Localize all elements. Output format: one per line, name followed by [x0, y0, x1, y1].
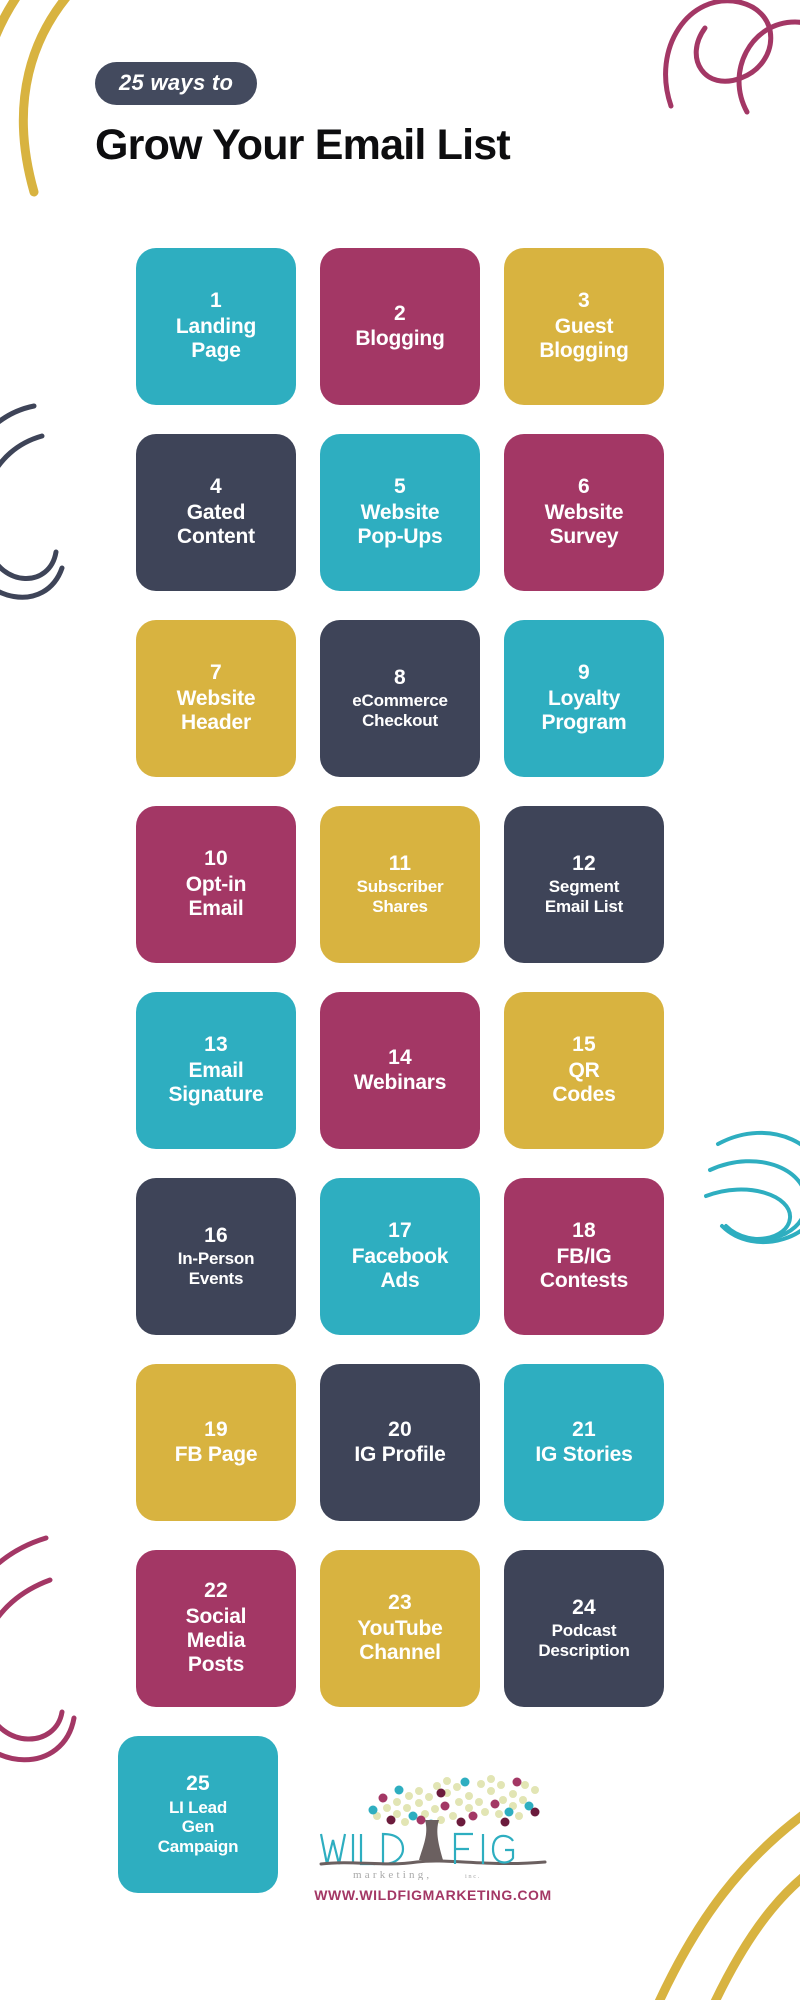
card-label: Guest Blogging — [539, 314, 629, 363]
way-card-20[interactable]: 20 IG Profile — [320, 1364, 480, 1521]
card-row: 19 FB Page 20 IG Profile 21 IG Stories — [0, 1364, 800, 1521]
way-card-1[interactable]: 1 Landing Page — [136, 248, 296, 405]
way-card-22[interactable]: 22 Social Media Posts — [136, 1550, 296, 1707]
card-label: Segment Email List — [544, 877, 624, 917]
logo-tree-trunk — [419, 1820, 443, 1860]
card-row: 10 Opt-in Email 11 Subscriber Shares 12 Segme… — [0, 806, 800, 963]
card-row: 22 Social Media Posts 23 YouTube Channel 24 P… — [0, 1550, 800, 1707]
card-number: 23 — [388, 1591, 412, 1615]
card-row: 13 Email Signature 14 Webinars 15 QR Codes — [0, 992, 800, 1149]
header: 25 ways to Grow Your Email List — [95, 62, 511, 169]
wild-fig-tree-logo-icon: marketing, inc. — [319, 1775, 547, 1880]
decorative-squiggle-top-right — [655, 0, 800, 136]
card-number: 6 — [578, 475, 590, 499]
way-card-17[interactable]: 17 Facebook Ads — [320, 1178, 480, 1335]
page-title: Grow Your Email List — [95, 121, 511, 169]
card-row: 1 Landing Page 2 Blogging 3 Guest Blogging — [0, 248, 800, 405]
way-card-24[interactable]: 24 Podcast Description — [504, 1550, 664, 1707]
card-number: 10 — [204, 847, 228, 871]
card-number: 20 — [388, 1417, 412, 1441]
card-number: 17 — [388, 1219, 412, 1243]
way-card-16[interactable]: 16 In-Person Events — [136, 1178, 296, 1335]
card-number: 21 — [572, 1417, 596, 1441]
card-label: IG Stories — [535, 1443, 633, 1466]
card-label: Website Pop-Ups — [357, 500, 443, 549]
ways-card-grid: 1 Landing Page 2 Blogging 3 Guest Blogging 4 Ga… — [0, 248, 800, 1922]
card-row: 7 Website Header 8 eCommerce Checkout 9 Loyal… — [0, 620, 800, 777]
logo-wordmark-wild — [319, 1832, 405, 1866]
way-card-8[interactable]: 8 eCommerce Checkout — [320, 620, 480, 777]
card-label: Blogging — [355, 327, 445, 350]
card-number: 9 — [578, 661, 590, 685]
card-number: 14 — [388, 1045, 412, 1069]
way-card-11[interactable]: 11 Subscriber Shares — [320, 806, 480, 963]
card-label: Email Signature — [168, 1058, 264, 1107]
card-number: 11 — [388, 852, 412, 876]
card-number: 3 — [578, 289, 590, 313]
card-label: Landing Page — [175, 314, 257, 363]
way-card-25[interactable]: 25 LI Lead Gen Campaign — [118, 1736, 278, 1893]
card-row: 16 In-Person Events 17 Facebook Ads 18 FB/IG … — [0, 1178, 800, 1335]
brand-logo-block: marketing, inc. WWW.WILDFIGMARKETING.COM — [288, 1772, 578, 1903]
card-label: FB Page — [174, 1443, 258, 1466]
infographic-page: 25 ways to Grow Your Email List 1 Landing… — [0, 0, 800, 2000]
card-label: In-Person Events — [177, 1249, 255, 1289]
card-label: Opt-in Email — [185, 872, 247, 921]
card-number: 4 — [210, 475, 222, 499]
card-number: 8 — [394, 666, 406, 690]
way-card-2[interactable]: 2 Blogging — [320, 248, 480, 405]
card-number: 1 — [210, 289, 222, 313]
card-label: Website Survey — [544, 500, 624, 549]
way-card-12[interactable]: 12 Segment Email List — [504, 806, 664, 963]
card-number: 19 — [204, 1417, 228, 1441]
card-number: 5 — [394, 475, 406, 499]
logo-canopy-dots — [368, 1775, 540, 1829]
way-card-23[interactable]: 23 YouTube Channel — [320, 1550, 480, 1707]
card-number: 12 — [572, 852, 596, 876]
card-label: Facebook Ads — [351, 1244, 449, 1293]
way-card-21[interactable]: 21 IG Stories — [504, 1364, 664, 1521]
card-number: 18 — [572, 1219, 596, 1243]
way-card-13[interactable]: 13 Email Signature — [136, 992, 296, 1149]
card-number: 15 — [572, 1033, 596, 1057]
card-number: 7 — [210, 661, 222, 685]
card-label: Website Header — [176, 686, 256, 735]
card-label: Loyalty Program — [541, 686, 627, 735]
card-number: 24 — [572, 1596, 596, 1620]
logo-ground-line — [319, 1859, 547, 1866]
card-label: IG Profile — [354, 1443, 446, 1466]
card-label: LI Lead Gen Campaign — [157, 1797, 239, 1857]
way-card-7[interactable]: 7 Website Header — [136, 620, 296, 777]
way-card-9[interactable]: 9 Loyalty Program — [504, 620, 664, 777]
website-url[interactable]: WWW.WILDFIGMARKETING.COM — [288, 1887, 578, 1903]
card-label: FB/IG Contests — [539, 1244, 629, 1293]
way-card-18[interactable]: 18 FB/IG Contests — [504, 1178, 664, 1335]
way-card-15[interactable]: 15 QR Codes — [504, 992, 664, 1149]
card-number: 13 — [204, 1033, 228, 1057]
card-number: 22 — [204, 1579, 228, 1603]
way-card-19[interactable]: 19 FB Page — [136, 1364, 296, 1521]
card-number: 16 — [204, 1224, 228, 1248]
card-label: Gated Content — [177, 500, 255, 549]
card-label: Subscriber Shares — [356, 877, 444, 917]
card-number: 2 — [394, 301, 406, 325]
card-label: Podcast Description — [538, 1621, 630, 1661]
logo-wordmark-fig — [453, 1832, 515, 1864]
card-row: 4 Gated Content 5 Website Pop-Ups 6 Website S… — [0, 434, 800, 591]
logo-tagline: marketing, — [353, 1869, 432, 1880]
eyebrow-badge: 25 ways to — [95, 62, 258, 105]
card-label: Social Media Posts — [185, 1604, 247, 1677]
way-card-14[interactable]: 14 Webinars — [320, 992, 480, 1149]
logo-tagline-suffix: inc. — [465, 1873, 481, 1880]
way-card-10[interactable]: 10 Opt-in Email — [136, 806, 296, 963]
way-card-3[interactable]: 3 Guest Blogging — [504, 248, 664, 405]
card-label: QR Codes — [552, 1058, 616, 1107]
way-card-4[interactable]: 4 Gated Content — [136, 434, 296, 591]
card-number: 25 — [186, 1772, 210, 1796]
way-card-6[interactable]: 6 Website Survey — [504, 434, 664, 591]
card-label: eCommerce Checkout — [352, 691, 448, 731]
card-label: YouTube Channel — [357, 1616, 443, 1665]
way-card-5[interactable]: 5 Website Pop-Ups — [320, 434, 480, 591]
card-label: Webinars — [353, 1071, 447, 1094]
